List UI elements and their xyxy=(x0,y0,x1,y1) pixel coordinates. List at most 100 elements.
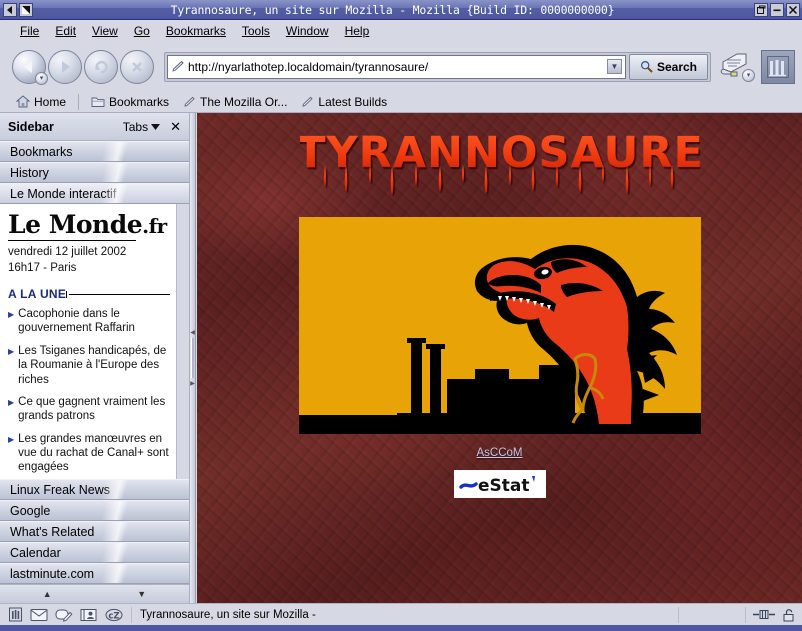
progress-meter xyxy=(678,606,745,623)
forward-button[interactable] xyxy=(48,49,82,84)
sidebar-panel-le-monde: Le Monde.fr vendredi 12 juillet 2002 16h… xyxy=(0,204,189,479)
window-shade-icon[interactable] xyxy=(19,2,33,17)
estat-logo[interactable]: eStat xyxy=(453,470,546,498)
navigation-toolbar: ▾ http://nyarlathotep.localdomain/tyrann… xyxy=(0,42,802,91)
mail-icon[interactable] xyxy=(30,608,48,622)
url-dropdown-icon[interactable]: ▼ xyxy=(606,59,622,74)
menu-file-label: File xyxy=(20,24,40,38)
sidebar-item-linux-freak-news-label: Linux Freak News xyxy=(10,482,111,497)
status-message: Tyrannosaure, un site sur Mozilla - xyxy=(131,606,678,623)
toolbar-right-icons: ▾ xyxy=(717,49,798,84)
personal-item-home[interactable]: Home xyxy=(10,94,72,110)
bookmark-icon xyxy=(301,96,314,108)
dinosaur-illustration xyxy=(298,217,701,434)
stop-button[interactable] xyxy=(120,49,154,84)
sidebar-item-lastminute[interactable]: lastminute.com xyxy=(0,563,189,584)
reload-button[interactable] xyxy=(84,49,118,84)
search-icon xyxy=(640,60,653,73)
location-bar: http://nyarlathotep.localdomain/tyrannos… xyxy=(164,51,711,82)
close-button[interactable] xyxy=(786,2,800,17)
splitter-expand-icon[interactable]: ▶ xyxy=(190,380,195,387)
personal-item-mozilla-org-label: The Mozilla Or... xyxy=(200,94,288,109)
le-monde-headline-list: ▶ Cacophonie dans le gouvernement Raffari… xyxy=(8,307,170,475)
bookmark-icon xyxy=(183,96,196,108)
sidebar-item-google[interactable]: Google xyxy=(0,500,189,521)
mozilla-logo-button[interactable] xyxy=(761,49,795,84)
personal-item-latest-builds-label: Latest Builds xyxy=(318,94,388,109)
page-title-banner: TYRANNOSAURE xyxy=(300,128,700,195)
unlocked-padlock-icon[interactable] xyxy=(782,608,796,622)
personal-item-bookmarks-label: Bookmarks xyxy=(109,94,170,109)
headline-text: Cacophonie dans le gouvernement Raffarin xyxy=(18,308,135,335)
scroll-up-icon[interactable]: ▲ xyxy=(43,589,52,599)
sidebar-item-history[interactable]: History xyxy=(0,162,189,183)
asccom-link[interactable]: AsCCoM xyxy=(476,447,522,459)
le-monde-section-header: A LA UNE xyxy=(8,287,170,301)
sidebar-item-calendar-label: Calendar xyxy=(10,545,61,560)
menu-help-label: Help xyxy=(344,24,370,38)
print-dropdown-icon[interactable]: ▾ xyxy=(742,68,755,82)
desktop-taskbar-strip xyxy=(0,625,802,631)
svg-text:cZ: cZ xyxy=(108,611,119,621)
nav-buttons: ▾ xyxy=(4,49,154,85)
scroll-down-icon[interactable]: ▼ xyxy=(137,589,146,599)
back-dropdown-icon[interactable]: ▾ xyxy=(35,71,48,85)
menu-edit[interactable]: Edit xyxy=(47,23,84,39)
headline-text: Les grandes manœuvres en vue du rachat d… xyxy=(18,432,169,474)
navigator-icon[interactable] xyxy=(8,607,23,622)
window-title: Tyrannosaure, un site sur Mozilla - Mozi… xyxy=(170,2,615,17)
personal-item-bookmarks[interactable]: Bookmarks xyxy=(85,94,175,110)
personal-item-mozilla-org[interactable]: The Mozilla Or... xyxy=(177,94,293,110)
personal-item-latest-builds[interactable]: Latest Builds xyxy=(295,94,393,110)
addressbook-icon[interactable] xyxy=(80,608,98,622)
bullet-icon: ▶ xyxy=(8,346,15,356)
menu-tools[interactable]: Tools xyxy=(234,23,278,39)
personal-item-home-label: Home xyxy=(34,94,67,109)
window-controls xyxy=(754,2,802,17)
url-input-container[interactable]: http://nyarlathotep.localdomain/tyrannos… xyxy=(167,54,626,79)
splitter-collapse-icon[interactable]: ◀ xyxy=(190,329,195,336)
back-button[interactable]: ▾ xyxy=(12,49,48,85)
menu-window[interactable]: Window xyxy=(278,23,337,39)
sidebar-item-bookmarks[interactable]: Bookmarks xyxy=(0,141,189,162)
url-text[interactable]: http://nyarlathotep.localdomain/tyrannos… xyxy=(186,60,607,74)
le-monde-content: Le Monde.fr vendredi 12 juillet 2002 16h… xyxy=(0,204,176,479)
minimize-button[interactable] xyxy=(770,2,784,17)
bullet-icon: ▶ xyxy=(8,310,15,320)
chatzilla-icon[interactable]: cZ xyxy=(105,608,123,622)
search-button[interactable]: Search xyxy=(628,53,708,80)
window-menu-icon[interactable] xyxy=(3,2,17,17)
menu-bookmarks[interactable]: Bookmarks xyxy=(158,23,234,39)
list-item[interactable]: ▶ Cacophonie dans le gouvernement Raffari… xyxy=(8,307,170,336)
headline-text: Ce que gagnent vraiment les grands patro… xyxy=(18,395,166,423)
sidebar-splitter[interactable]: ◀ ▶ xyxy=(190,113,196,603)
menu-help[interactable]: Help xyxy=(337,23,378,39)
sidebar-item-le-monde-interactif[interactable]: Le Monde interactif xyxy=(0,183,189,204)
list-item[interactable]: ▶ Ce que gagnent vraiment les grands patr… xyxy=(8,395,170,424)
menu-view[interactable]: View xyxy=(84,23,126,39)
section-rule xyxy=(69,293,170,295)
sidebar-item-whats-related[interactable]: What's Related xyxy=(0,521,189,542)
personal-toolbar: Home Bookmarks The Mozilla Or... Latest … xyxy=(0,91,802,113)
status-bar: cZ Tyrannosaure, un site sur Mozilla - xyxy=(0,603,802,625)
print-button[interactable]: ▾ xyxy=(717,50,755,84)
headline-text: Les Tsiganes handicapés, de la Roumanie … xyxy=(18,344,167,386)
list-item[interactable]: ▶ Les Tsiganes handicapés, de la Roumanie… xyxy=(8,344,170,387)
connection-icon[interactable] xyxy=(752,608,776,621)
composer-icon[interactable] xyxy=(55,608,73,622)
menu-go[interactable]: Go xyxy=(126,23,158,39)
section-tick xyxy=(66,290,68,298)
chevron-down-icon xyxy=(151,123,161,130)
sidebar-item-calendar[interactable]: Calendar xyxy=(0,542,189,563)
toolbar-separator xyxy=(78,93,80,110)
sidebar: Sidebar Tabs ✕ Bookmarks History Le Mond… xyxy=(0,113,190,603)
restore-button[interactable] xyxy=(754,2,768,17)
list-item[interactable]: ▶ Les grandes manœuvres en vue du rachat … xyxy=(8,432,170,475)
title-bar: Tyrannosaure, un site sur Mozilla - Mozi… xyxy=(0,0,802,20)
sidebar-panel-scrollbar[interactable] xyxy=(176,204,189,479)
sidebar-header: Sidebar Tabs ✕ xyxy=(0,113,189,141)
sidebar-item-linux-freak-news[interactable]: Linux Freak News xyxy=(0,479,189,500)
menu-file[interactable]: File xyxy=(12,23,47,39)
sidebar-tabs-menu[interactable]: Tabs xyxy=(123,120,161,134)
sidebar-close-button[interactable]: ✕ xyxy=(170,119,181,135)
